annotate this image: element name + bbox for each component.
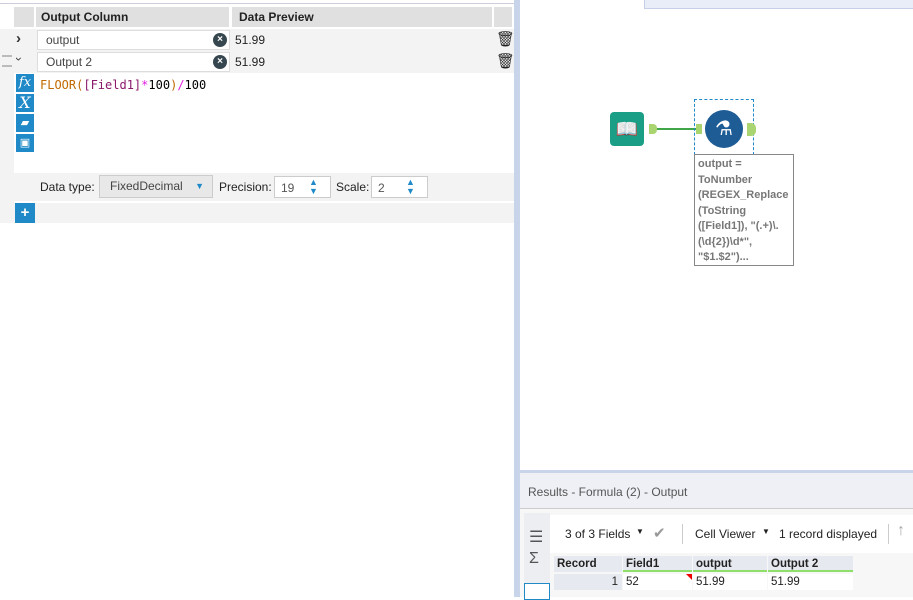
arrow-up-icon[interactable]: ↑: [897, 522, 905, 540]
stepper-arrows-icon[interactable]: ▲ ▼: [309, 178, 318, 196]
scale-value: 2: [378, 181, 385, 195]
chevron-right-icon[interactable]: ›: [16, 30, 21, 47]
divider: [888, 524, 889, 544]
cell-viewer-dropdown[interactable]: Cell Viewer: [695, 527, 755, 541]
output-anchor[interactable]: [747, 123, 756, 136]
record-number: 1: [554, 574, 622, 590]
data-preview-value: 51.99: [235, 55, 266, 69]
summary-sigma-icon[interactable]: Σ: [529, 550, 539, 568]
metadata-icon[interactable]: [524, 583, 550, 600]
dropdown-arrow-icon[interactable]: ▼: [636, 527, 644, 536]
table-cell[interactable]: 52: [623, 574, 692, 590]
editor-gutter: [0, 73, 14, 203]
column-header-field1[interactable]: Field1: [623, 556, 692, 572]
checkmark-icon[interactable]: ✔: [653, 524, 666, 542]
open-folder-icon[interactable]: ▰: [16, 114, 34, 132]
data-type-label: Data type:: [40, 180, 95, 194]
trash-icon[interactable]: 🗑: [496, 52, 515, 70]
table-cell[interactable]: 51.99: [693, 574, 767, 590]
expr-function: FLOOR(: [40, 78, 84, 92]
add-formula-button[interactable]: +: [15, 203, 35, 223]
expr-number: 100: [184, 78, 207, 92]
results-toolbar: 3 of 3 Fields ▼ ✔ Cell Viewer ▼ 1 record…: [550, 515, 913, 553]
scale-stepper[interactable]: 2 ▲ ▼: [371, 176, 428, 198]
header-end: [494, 7, 512, 27]
fields-selector[interactable]: 3 of 3 Fields: [565, 527, 630, 541]
data-type-dropdown[interactable]: FixedDecimal ▼: [99, 175, 213, 198]
results-side-toolbar: ☰ Σ: [524, 513, 550, 600]
expr-operator: /: [177, 78, 185, 92]
column-header-record[interactable]: Record: [554, 556, 622, 572]
results-panel: Results - Formula (2) - Output ☰ Σ 3 of …: [520, 470, 913, 600]
expression-editor[interactable]: FLOOR([Field1]*100)/100: [36, 73, 514, 173]
canvas-toolbar-edge: [644, 0, 913, 9]
dropdown-arrow-icon[interactable]: ▼: [762, 527, 770, 536]
variables-x-icon[interactable]: X: [16, 94, 34, 112]
header-spacer: [14, 7, 34, 27]
panel-top-border: [0, 0, 514, 4]
precision-stepper[interactable]: 19 ▲ ▼: [274, 176, 331, 198]
data-type-value: FixedDecimal: [110, 179, 183, 193]
drag-handle-icon[interactable]: [2, 55, 12, 67]
cell-flag-icon: [686, 574, 692, 580]
output-anchor[interactable]: [649, 124, 657, 134]
input-data-tool-icon[interactable]: 📖: [610, 112, 644, 146]
records-status: 1 record displayed: [779, 527, 878, 541]
data-preview-value: 51.99: [235, 33, 266, 47]
tool-annotation: output = ToNumber (REGEX_Replace (ToStri…: [694, 154, 794, 266]
expr-field: [Field1]: [83, 78, 142, 92]
clear-icon[interactable]: ×: [213, 33, 227, 47]
stepper-arrows-icon[interactable]: ▲ ▼: [406, 178, 415, 196]
add-row-bar: [0, 203, 514, 223]
output-name-input[interactable]: output: [37, 30, 230, 50]
input-anchor[interactable]: [696, 124, 702, 134]
clear-icon[interactable]: ×: [213, 55, 227, 69]
column-header-output[interactable]: output: [693, 556, 767, 572]
table-view-icon[interactable]: ☰: [529, 527, 543, 547]
dropdown-arrow-icon: ▼: [195, 181, 204, 191]
scale-label: Scale:: [336, 180, 370, 194]
precision-value: 19: [281, 181, 295, 195]
trash-icon[interactable]: 🗑: [496, 30, 515, 48]
header-output-column: Output Column: [36, 7, 229, 27]
formula-config-panel: Output Column Data Preview › output × 51…: [0, 0, 515, 597]
precision-label: Precision:: [219, 180, 272, 194]
expr-number: 100: [148, 78, 171, 92]
column-header-output-2[interactable]: Output 2: [768, 556, 853, 572]
save-icon[interactable]: ▣: [16, 134, 34, 152]
formula-tool-icon[interactable]: ⚗: [705, 110, 743, 148]
divider: [682, 524, 683, 544]
chevron-down-icon[interactable]: ›: [12, 57, 26, 61]
function-fx-icon[interactable]: fx: [16, 74, 34, 92]
results-title: Results - Formula (2) - Output: [520, 473, 913, 509]
connection-line: [657, 128, 696, 130]
table-cell[interactable]: 51.99: [768, 574, 853, 590]
header-data-preview: Data Preview: [232, 7, 492, 27]
workflow-canvas[interactable]: 📖 ⚗ output = ToNumber (REGEX_Replace (To…: [520, 0, 913, 470]
output-2-name-input[interactable]: Output 2: [37, 52, 230, 72]
